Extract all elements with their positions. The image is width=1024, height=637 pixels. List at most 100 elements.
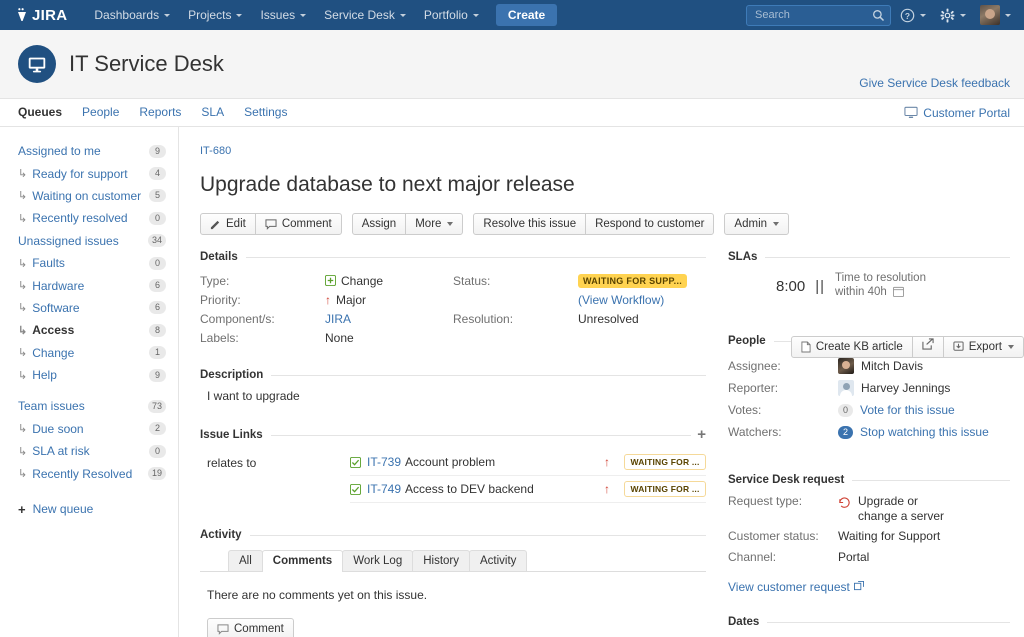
- new-queue-button[interactable]: + New queue: [0, 502, 178, 517]
- field-priority: Priority: ↑ Major: [200, 290, 453, 309]
- status-value: WAITING FOR SUPP...: [578, 273, 688, 288]
- svg-text:?: ?: [905, 10, 910, 20]
- create-kb-label: Create KB article: [815, 341, 903, 353]
- issue-links-heading-row: Issue Links +: [200, 427, 706, 442]
- activity-tab-activity[interactable]: Activity: [469, 550, 528, 571]
- respond-to-customer-button[interactable]: Respond to customer: [585, 213, 715, 235]
- nav-item-portfolio[interactable]: Portfolio: [415, 1, 488, 29]
- subitem-arrow-icon: ↳: [18, 212, 28, 225]
- add-comment-label: Comment: [234, 623, 284, 635]
- sidebar-item-change[interactable]: ↳ Change 1: [0, 342, 178, 364]
- nav-item-projects[interactable]: Projects: [179, 1, 251, 29]
- comment-icon: [265, 218, 277, 230]
- sidebar-item-due-soon[interactable]: ↳ Due soon 2: [0, 418, 178, 440]
- queue-label: Team issues: [18, 399, 85, 414]
- sidebar-item-faults[interactable]: ↳ Faults 0: [0, 252, 178, 274]
- activity-tab-all[interactable]: All: [228, 550, 263, 571]
- more-button[interactable]: More: [405, 213, 464, 235]
- view-customer-request-row[interactable]: View customer request: [728, 580, 1010, 594]
- more-label: More: [415, 218, 442, 230]
- watchers-label: Watchers:: [728, 425, 782, 439]
- service-desk-request-heading: Service Desk request: [728, 474, 845, 486]
- issue-columns: Details Type: Change Priority: ↑ Major C…: [200, 235, 1024, 637]
- admin-button[interactable]: Admin: [724, 213, 790, 235]
- customer-portal-link[interactable]: Customer Portal: [904, 106, 1010, 120]
- tab-reports[interactable]: Reports: [129, 99, 191, 126]
- field-channel: Channel: Portal: [728, 550, 1010, 571]
- description-heading: Description: [200, 369, 264, 381]
- give-feedback-link[interactable]: Give Service Desk feedback: [859, 76, 1010, 90]
- assignee-value[interactable]: Mitch Davis: [838, 358, 923, 374]
- sidebar-item-assigned-to-me[interactable]: Assigned to me 9: [0, 140, 178, 162]
- activity-tab-history[interactable]: History: [412, 550, 471, 571]
- linked-issue-key[interactable]: IT-749: [367, 482, 401, 496]
- nav-item-dashboards[interactable]: Dashboards: [85, 1, 179, 29]
- add-link-icon[interactable]: +: [697, 427, 706, 442]
- sidebar-item-software[interactable]: ↳ Software 6: [0, 297, 178, 319]
- create-button[interactable]: Create: [495, 4, 558, 26]
- tab-settings[interactable]: Settings: [234, 99, 297, 126]
- queue-count: 2: [149, 422, 166, 436]
- dates-heading: Dates: [728, 616, 760, 628]
- linked-issue-status: WAITING FOR ...: [624, 454, 706, 470]
- resolve-issue-button[interactable]: Resolve this issue: [473, 213, 587, 235]
- search-input[interactable]: [753, 8, 873, 22]
- linked-issue-summary: Access to DEV backend: [405, 482, 534, 496]
- nav-item-service-desk[interactable]: Service Desk: [315, 1, 415, 29]
- sidebar-item-recently-resolved-team[interactable]: ↳ Recently Resolved 19: [0, 462, 178, 484]
- activity-tab-work-log[interactable]: Work Log: [342, 550, 414, 571]
- nav-item-issues[interactable]: Issues: [251, 1, 315, 29]
- jira-logo[interactable]: JIRA: [10, 7, 71, 24]
- search-box[interactable]: [746, 4, 891, 26]
- pencil-icon: [210, 219, 221, 230]
- tab-queues[interactable]: Queues: [18, 99, 72, 126]
- subitem-arrow-icon: ↳: [18, 280, 28, 293]
- main-area: Assigned to me 9 ↳ Ready for support 4 ↳…: [0, 127, 1024, 637]
- sidebar-item-hardware[interactable]: ↳ Hardware 6: [0, 274, 178, 296]
- sidebar-item-recently-resolved[interactable]: ↳ Recently resolved 0: [0, 207, 178, 229]
- issue-links-module: Issue Links + relates to IT-739 Account …: [200, 427, 706, 503]
- edit-button[interactable]: Edit: [200, 213, 256, 235]
- vote-link[interactable]: Vote for this issue: [860, 403, 955, 417]
- sidebar-item-sla-at-risk[interactable]: ↳ SLA at risk 0: [0, 440, 178, 462]
- create-kb-article-button[interactable]: Create KB article: [790, 336, 913, 358]
- sidebar-item-waiting-on-customer[interactable]: ↳ Waiting on customer 5: [0, 185, 178, 207]
- queue-label: Help: [32, 368, 57, 383]
- votes-value: 0 Vote for this issue: [838, 403, 955, 417]
- chevron-down-icon: [920, 13, 926, 17]
- chevron-down-icon: [164, 13, 171, 17]
- tab-people[interactable]: People: [72, 99, 129, 126]
- add-comment-button[interactable]: Comment: [207, 618, 294, 637]
- sidebar-item-help[interactable]: ↳ Help 9: [0, 364, 178, 386]
- settings-menu-button[interactable]: [935, 4, 971, 27]
- assign-button[interactable]: Assign: [351, 213, 407, 235]
- help-menu-button[interactable]: ?: [895, 4, 931, 27]
- sidebar-item-team-issues[interactable]: Team issues 73: [0, 395, 178, 417]
- queue-count: 0: [149, 444, 166, 458]
- watch-link[interactable]: Stop watching this issue: [860, 425, 989, 439]
- view-workflow-link[interactable]: (View Workflow): [578, 293, 664, 307]
- sidebar-item-access[interactable]: ↳ Access 8: [0, 319, 178, 341]
- components-value[interactable]: JIRA: [325, 312, 351, 326]
- share-button[interactable]: [911, 336, 944, 358]
- breadcrumb[interactable]: IT-680: [200, 145, 1024, 157]
- user-profile-menu-button[interactable]: [975, 1, 1016, 29]
- reporter-value[interactable]: Harvey Jennings: [838, 380, 950, 396]
- view-customer-request-link[interactable]: View customer request: [728, 580, 850, 594]
- linked-issue-meta: ↑ WAITING FOR ...: [604, 454, 706, 470]
- sidebar-item-unassigned-issues[interactable]: Unassigned issues 34: [0, 230, 178, 252]
- status-badge[interactable]: WAITING FOR SUPP...: [578, 273, 688, 288]
- assignee-name: Mitch Davis: [861, 359, 924, 373]
- customer-status-value: Waiting for Support: [838, 529, 941, 543]
- export-button[interactable]: Export: [942, 336, 1024, 358]
- votes-label: Votes:: [728, 403, 762, 417]
- queue-label: Change: [32, 345, 75, 360]
- activity-tab-comments[interactable]: Comments: [261, 550, 344, 572]
- queue-count: 19: [147, 467, 166, 481]
- comment-button[interactable]: Comment: [254, 213, 342, 235]
- sidebar-item-ready-for-support[interactable]: ↳ Ready for support 4: [0, 162, 178, 184]
- tab-sla[interactable]: SLA: [191, 99, 234, 126]
- admin-group: Admin: [724, 213, 790, 235]
- description-text: I want to upgrade: [207, 389, 300, 403]
- linked-issue-key[interactable]: IT-739: [367, 455, 401, 469]
